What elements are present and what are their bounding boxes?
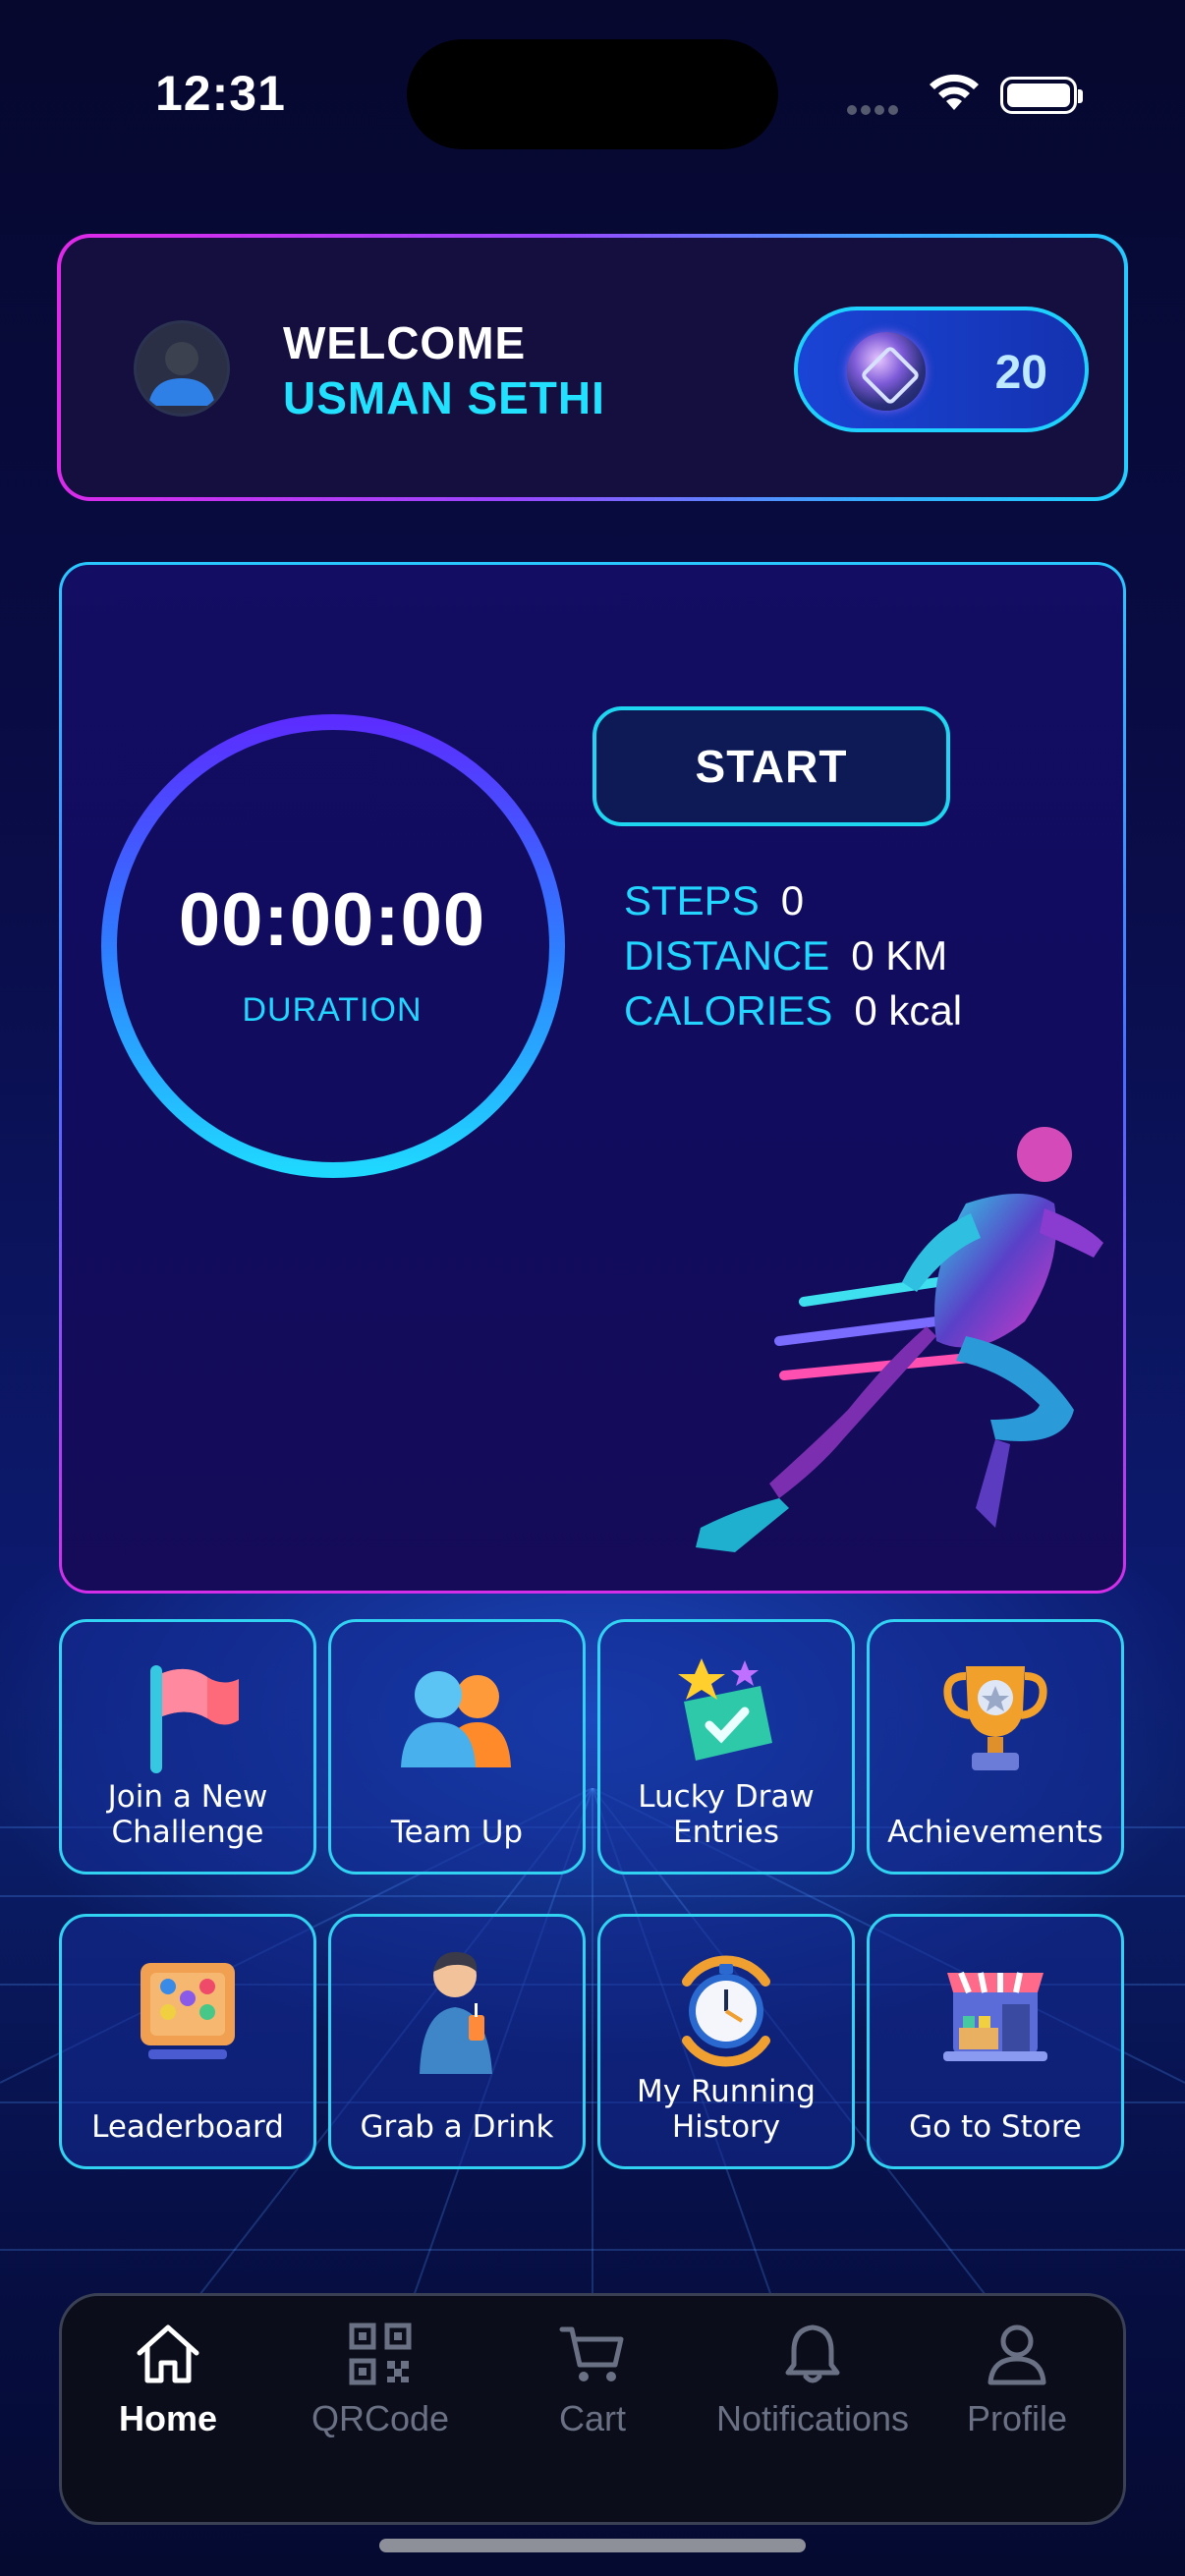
stat-value: 0 KM: [851, 932, 948, 979]
trophy-icon: [943, 1666, 1047, 1770]
flag-icon: [150, 1665, 239, 1773]
drink-person-icon: [420, 1951, 492, 2074]
coin-icon: [847, 332, 926, 411]
stat-value: 0: [780, 877, 805, 924]
tab-label: Notifications: [715, 2398, 910, 2438]
stopwatch-icon: [682, 1955, 770, 2067]
tile-label: Lucky Draw Entries: [638, 1779, 815, 1850]
tile-label: Leaderboard: [91, 2109, 284, 2145]
duration-value: 00:00:00: [178, 878, 486, 962]
tab-label: Profile: [966, 2398, 1068, 2438]
status-bar: 12:31: [0, 0, 1185, 177]
tile-team-up[interactable]: Team Up: [328, 1619, 586, 1875]
cellular-signal-icon: [847, 102, 902, 120]
bell-icon: [785, 2324, 840, 2383]
cart-icon: [559, 2326, 624, 2381]
person-icon: [988, 2324, 1046, 2385]
tab-home[interactable]: Home: [70, 2316, 266, 2439]
user-name: USMAN SETHI: [283, 372, 605, 423]
tile-label: My Running History: [637, 2074, 816, 2145]
tab-label: Home: [118, 2398, 218, 2438]
tile-label: Join a New Challenge: [107, 1779, 268, 1850]
stat-distance: DISTANCE 0 KM: [624, 932, 962, 987]
leaderboard-icon: [141, 1963, 235, 2059]
status-time: 12:31: [155, 66, 286, 121]
stat-label: CALORIES: [624, 987, 833, 1034]
stat-calories: CALORIES 0 kcal: [624, 987, 962, 1042]
tab-cart[interactable]: Cart: [494, 2316, 691, 2439]
stat-label: DISTANCE: [624, 932, 830, 979]
user-avatar-icon: [148, 342, 215, 406]
bottom-tab-bar: Home QRCode Cart Notifications Profile: [59, 2293, 1126, 2525]
tile-label: Team Up: [390, 1815, 524, 1850]
tile-lucky-draw[interactable]: Lucky Draw Entries: [597, 1619, 855, 1875]
tile-leaderboard[interactable]: Leaderboard: [59, 1914, 316, 2169]
duration-label: DURATION: [242, 991, 423, 1029]
welcome-title: WELCOME: [283, 317, 527, 368]
stat-steps: STEPS 0: [624, 877, 962, 932]
stat-label: STEPS: [624, 877, 760, 924]
run-stats: STEPS 0 DISTANCE 0 KM CALORIES 0 kcal: [624, 877, 962, 1042]
runner-illustration: [696, 1127, 1103, 1552]
battery-icon: [1000, 77, 1083, 114]
qr-icon: [349, 2323, 412, 2385]
tile-label: Go to Store: [909, 2109, 1082, 2145]
store-icon: [943, 1971, 1047, 2061]
tab-notifications[interactable]: Notifications: [706, 2316, 919, 2439]
start-button[interactable]: START: [592, 706, 950, 826]
coin-balance-badge[interactable]: 20: [794, 307, 1089, 432]
tile-grab-drink[interactable]: Grab a Drink: [328, 1914, 586, 2169]
tile-label: Achievements: [887, 1815, 1103, 1850]
dynamic-island: [407, 39, 778, 149]
tile-running-history[interactable]: My Running History: [597, 1914, 855, 2169]
tab-label: QRCode: [310, 2398, 450, 2438]
stat-value: 0 kcal: [854, 987, 963, 1034]
home-icon: [137, 2324, 199, 2383]
tab-profile[interactable]: Profile: [919, 2316, 1115, 2439]
wifi-icon: [930, 74, 979, 110]
tile-go-to-store[interactable]: Go to Store: [867, 1914, 1124, 2169]
home-indicator[interactable]: [379, 2539, 806, 2552]
ticket-icon: [678, 1658, 772, 1761]
welcome-card: WELCOME USMAN SETHI 20: [57, 234, 1128, 501]
tab-qrcode[interactable]: QRCode: [282, 2316, 479, 2439]
run-tracker-card: 00:00:00 DURATION START STEPS 0 DISTANCE 0…: [59, 562, 1126, 1594]
team-icon: [401, 1671, 511, 1767]
coin-count: 20: [994, 347, 1047, 399]
avatar[interactable]: [134, 320, 230, 417]
tile-achievements[interactable]: Achievements: [867, 1619, 1124, 1875]
tile-join-challenge[interactable]: Join a New Challenge: [59, 1619, 316, 1875]
tile-label: Grab a Drink: [360, 2109, 554, 2145]
tab-label: Cart: [558, 2398, 626, 2438]
